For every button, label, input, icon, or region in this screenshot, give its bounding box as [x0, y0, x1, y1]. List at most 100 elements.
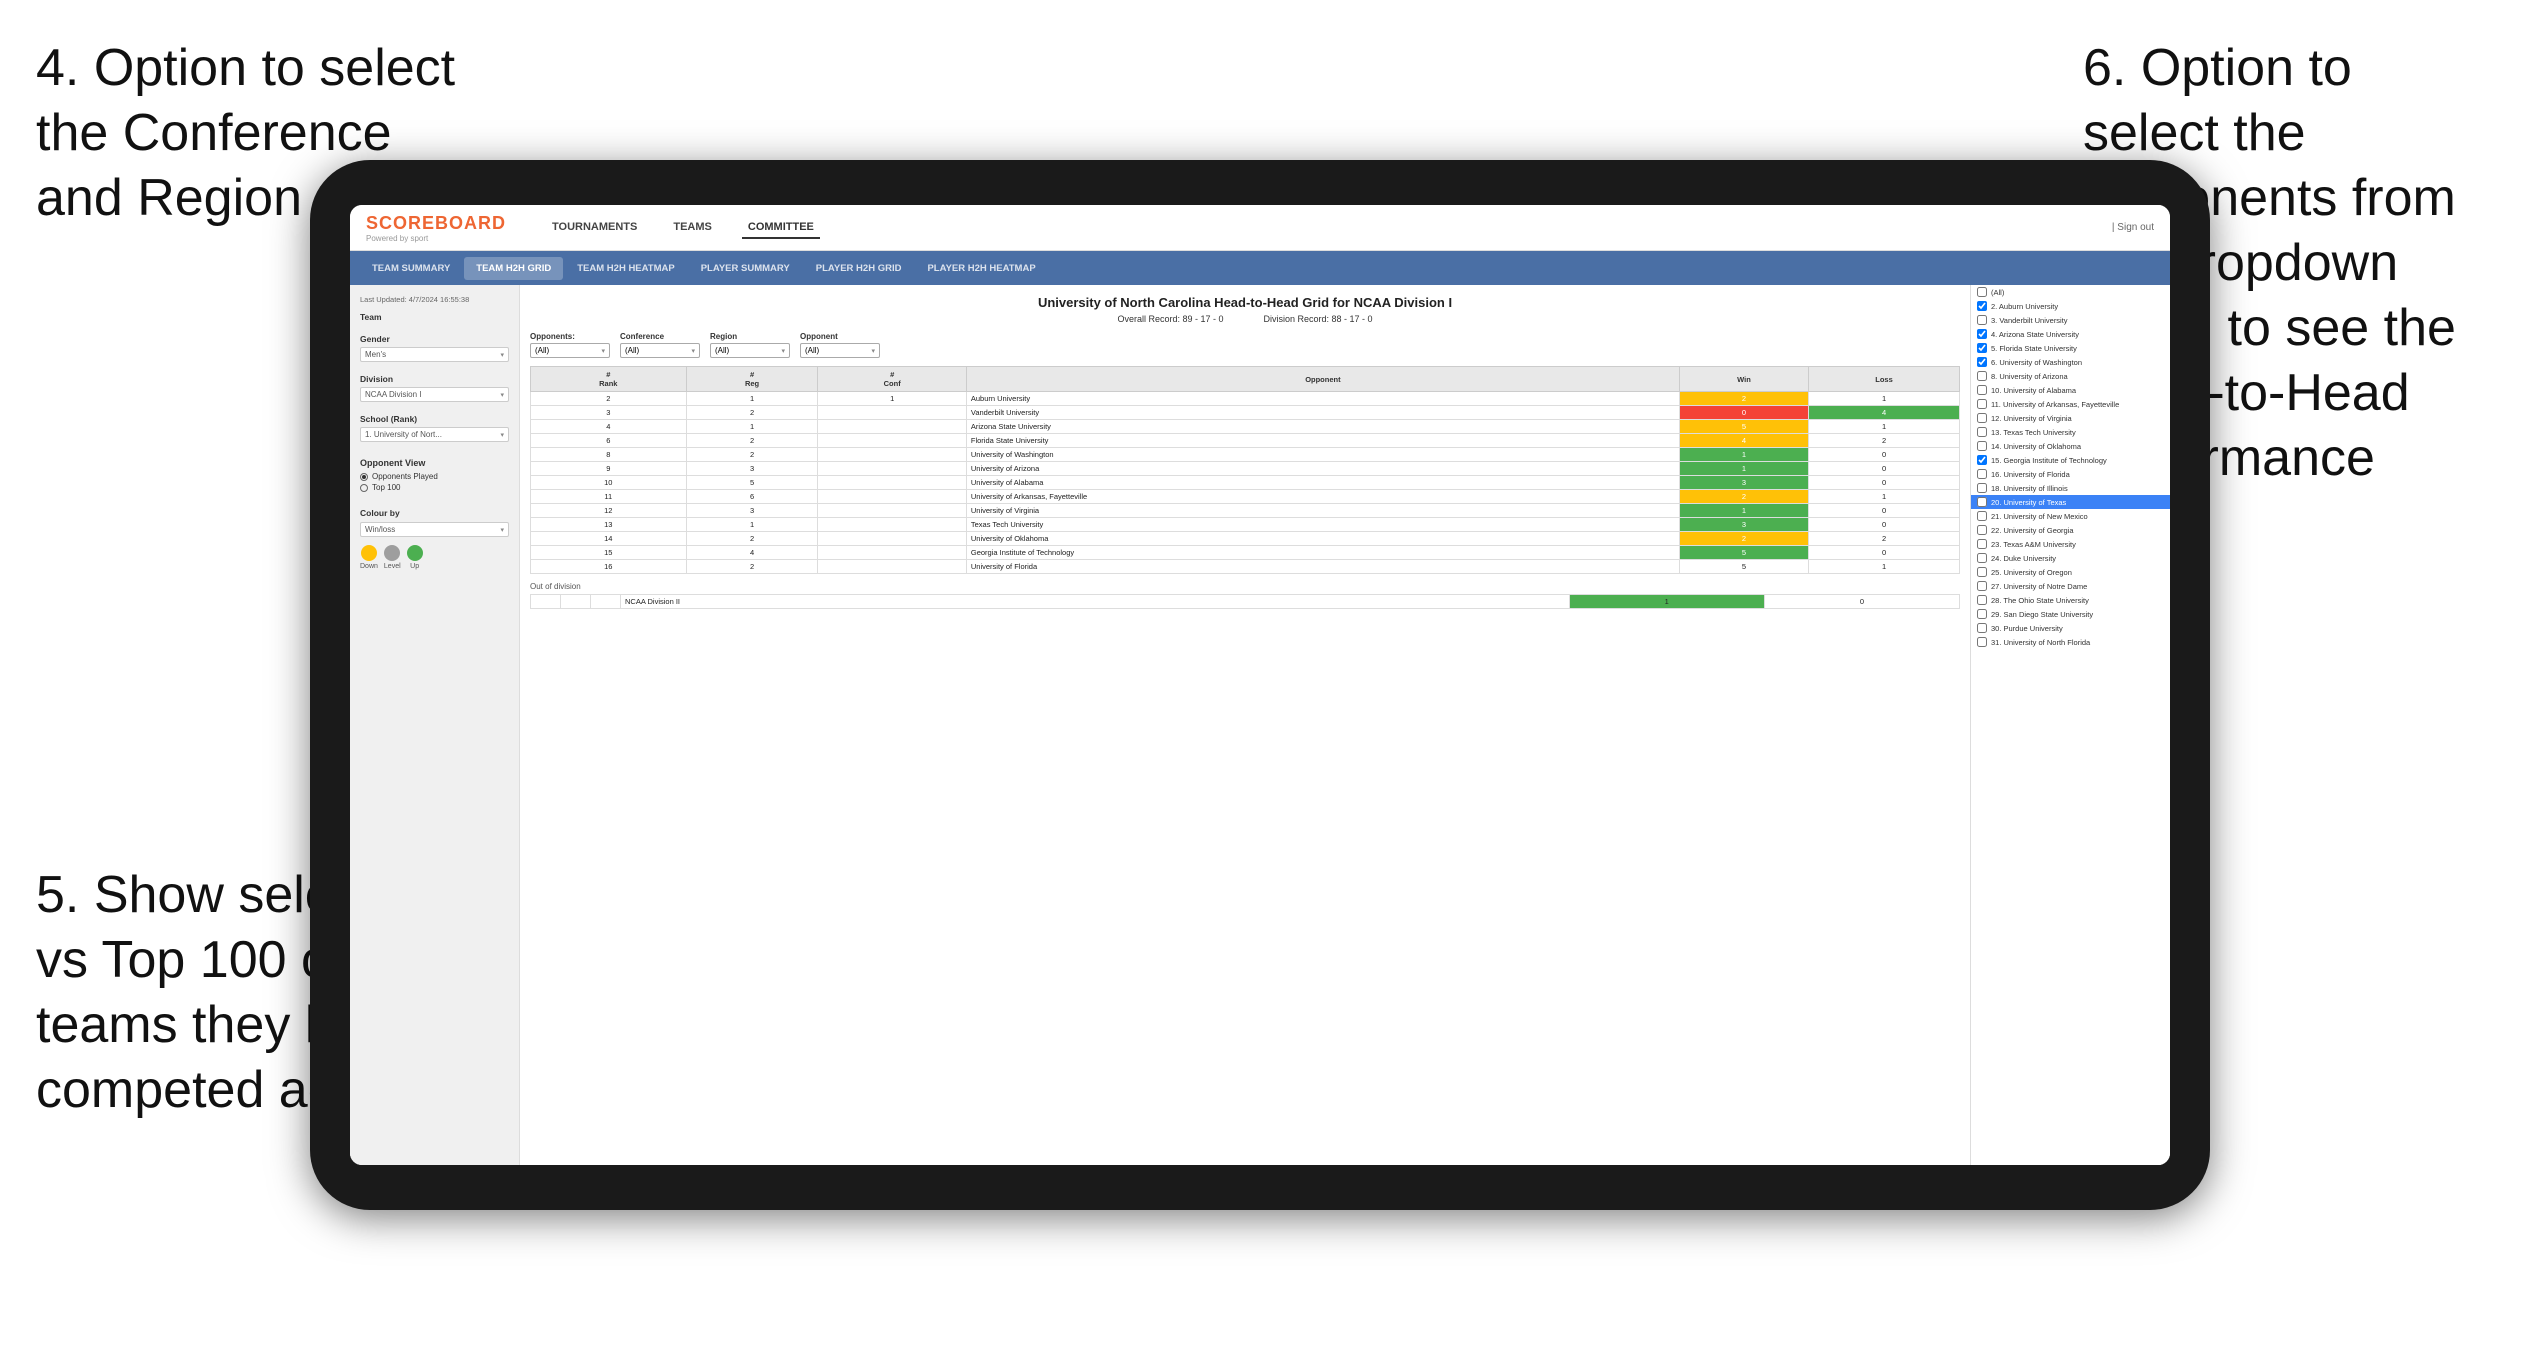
- overall-record: Overall Record: 89 - 17 - 0: [1117, 314, 1223, 324]
- nav-committee[interactable]: COMMITTEE: [742, 217, 820, 239]
- out-of-division-label: Out of division: [530, 582, 1960, 591]
- subnav-team-h2h-heatmap[interactable]: TEAM H2H HEATMAP: [565, 257, 686, 280]
- dropdown-checkbox[interactable]: [1977, 287, 1987, 297]
- dropdown-checkbox[interactable]: [1977, 623, 1987, 633]
- table-row: 9 3 University of Arizona 1 0: [531, 462, 1960, 476]
- dropdown-item[interactable]: 25. University of Oregon: [1971, 565, 2170, 579]
- colour-select[interactable]: Win/loss: [360, 522, 509, 537]
- dropdown-checkbox[interactable]: [1977, 497, 1987, 507]
- dropdown-checkbox[interactable]: [1977, 553, 1987, 563]
- dropdown-checkbox[interactable]: [1977, 441, 1987, 451]
- dropdown-item[interactable]: 30. Purdue University: [1971, 621, 2170, 635]
- conference-select[interactable]: (All): [620, 343, 700, 358]
- dropdown-checkbox[interactable]: [1977, 413, 1987, 423]
- sign-out-link[interactable]: | Sign out: [2112, 222, 2154, 233]
- dropdown-checkbox[interactable]: [1977, 609, 1987, 619]
- region-select[interactable]: (All): [710, 343, 790, 358]
- subnav-player-h2h-grid[interactable]: PLAYER H2H GRID: [804, 257, 914, 280]
- dropdown-item[interactable]: 23. Texas A&M University: [1971, 537, 2170, 551]
- dropdown-item[interactable]: 20. University of Texas: [1971, 495, 2170, 509]
- dropdown-item[interactable]: 22. University of Georgia: [1971, 523, 2170, 537]
- grid-area: University of North Carolina Head-to-Hea…: [520, 285, 1970, 1165]
- dropdown-item[interactable]: 28. The Ohio State University: [1971, 593, 2170, 607]
- dropdown-checkbox[interactable]: [1977, 329, 1987, 339]
- dropdown-checkbox[interactable]: [1977, 469, 1987, 479]
- nav-teams[interactable]: TEAMS: [667, 217, 718, 239]
- dropdown-item-label: (All): [1991, 288, 2004, 297]
- dropdown-checkbox[interactable]: [1977, 581, 1987, 591]
- dropdown-item[interactable]: 14. University of Oklahoma: [1971, 439, 2170, 453]
- dropdown-checkbox[interactable]: [1977, 371, 1987, 381]
- dropdown-item[interactable]: 24. Duke University: [1971, 551, 2170, 565]
- dropdown-item[interactable]: 13. Texas Tech University: [1971, 425, 2170, 439]
- subnav-team-summary[interactable]: TEAM SUMMARY: [360, 257, 462, 280]
- opponents-select[interactable]: (All): [530, 343, 610, 358]
- subnav-player-summary[interactable]: PLAYER SUMMARY: [689, 257, 802, 280]
- col-conf: #Conf: [818, 367, 966, 392]
- gender-section: Gender Men's: [360, 334, 509, 362]
- dropdown-checkbox[interactable]: [1977, 357, 1987, 367]
- dropdown-item[interactable]: 6. University of Washington: [1971, 355, 2170, 369]
- dropdown-item[interactable]: 31. University of North Florida: [1971, 635, 2170, 649]
- dropdown-checkbox[interactable]: [1977, 539, 1987, 549]
- table-row: 13 1 Texas Tech University 3 0: [531, 518, 1960, 532]
- dropdown-item[interactable]: 27. University of Notre Dame: [1971, 579, 2170, 593]
- radio-dot-opponents: [360, 473, 368, 481]
- dropdown-item[interactable]: 8. University of Arizona: [1971, 369, 2170, 383]
- record-row: Overall Record: 89 - 17 - 0 Division Rec…: [530, 314, 1960, 324]
- dropdown-item-label: 21. University of New Mexico: [1991, 512, 2088, 521]
- dropdown-item[interactable]: 10. University of Alabama: [1971, 383, 2170, 397]
- logo-sub: Powered by sport: [366, 234, 506, 243]
- school-select[interactable]: 1. University of Nort...: [360, 427, 509, 442]
- opponent-select[interactable]: (All): [800, 343, 880, 358]
- subnav-team-h2h-grid[interactable]: TEAM H2H GRID: [464, 257, 563, 280]
- dropdown-checkbox[interactable]: [1977, 427, 1987, 437]
- dropdown-item[interactable]: 4. Arizona State University: [1971, 327, 2170, 341]
- colour-up-label: Up: [410, 563, 419, 570]
- dropdown-checkbox[interactable]: [1977, 315, 1987, 325]
- opponent-view-section: Opponent View Opponents Played Top 100: [360, 458, 509, 492]
- dropdown-checkbox[interactable]: [1977, 483, 1987, 493]
- dropdown-item[interactable]: (All): [1971, 285, 2170, 299]
- dropdown-item-label: 15. Georgia Institute of Technology: [1991, 456, 2107, 465]
- nav-tournaments[interactable]: TOURNAMENTS: [546, 217, 643, 239]
- colour-section: Colour by Win/loss Down Level: [360, 508, 509, 570]
- colour-up-circle: [407, 545, 423, 561]
- dropdown-checkbox[interactable]: [1977, 525, 1987, 535]
- radio-top100[interactable]: Top 100: [360, 483, 509, 492]
- school-section: School (Rank) 1. University of Nort...: [360, 414, 509, 442]
- gender-select[interactable]: Men's: [360, 347, 509, 362]
- dropdown-checkbox[interactable]: [1977, 595, 1987, 605]
- dropdown-item-label: 2. Auburn University: [1991, 302, 2058, 311]
- table-row: 3 2 Vanderbilt University 0 4: [531, 406, 1960, 420]
- dropdown-item[interactable]: 5. Florida State University: [1971, 341, 2170, 355]
- radio-opponents-played[interactable]: Opponents Played: [360, 472, 509, 481]
- dropdown-item[interactable]: 11. University of Arkansas, Fayetteville: [1971, 397, 2170, 411]
- colour-level-circle: [384, 545, 400, 561]
- conference-filter: Conference (All): [620, 332, 700, 358]
- dropdown-checkbox[interactable]: [1977, 343, 1987, 353]
- division-select[interactable]: NCAA Division I: [360, 387, 509, 402]
- radio-label-top100: Top 100: [372, 483, 400, 492]
- dropdown-item[interactable]: 16. University of Florida: [1971, 467, 2170, 481]
- dropdown-item[interactable]: 12. University of Virginia: [1971, 411, 2170, 425]
- dropdown-checkbox[interactable]: [1977, 385, 1987, 395]
- table-row: 11 6 University of Arkansas, Fayettevill…: [531, 490, 1960, 504]
- dropdown-item[interactable]: 15. Georgia Institute of Technology: [1971, 453, 2170, 467]
- school-label: School (Rank): [360, 414, 509, 424]
- dropdown-checkbox[interactable]: [1977, 399, 1987, 409]
- dropdown-item[interactable]: 2. Auburn University: [1971, 299, 2170, 313]
- dropdown-item[interactable]: 18. University of Illinois: [1971, 481, 2170, 495]
- dropdown-checkbox[interactable]: [1977, 567, 1987, 577]
- table-row: 15 4 Georgia Institute of Technology 5 0: [531, 546, 1960, 560]
- subnav-player-h2h-heatmap[interactable]: PLAYER H2H HEATMAP: [915, 257, 1047, 280]
- out-of-division-table: NCAA Division II 1 0: [530, 594, 1960, 609]
- dropdown-checkbox[interactable]: [1977, 511, 1987, 521]
- dropdown-item[interactable]: 21. University of New Mexico: [1971, 509, 2170, 523]
- dropdown-checkbox[interactable]: [1977, 455, 1987, 465]
- dropdown-item[interactable]: 29. San Diego State University: [1971, 607, 2170, 621]
- dropdown-item[interactable]: 3. Vanderbilt University: [1971, 313, 2170, 327]
- dropdown-checkbox[interactable]: [1977, 637, 1987, 647]
- dropdown-checkbox[interactable]: [1977, 301, 1987, 311]
- colour-down-circle: [361, 545, 377, 561]
